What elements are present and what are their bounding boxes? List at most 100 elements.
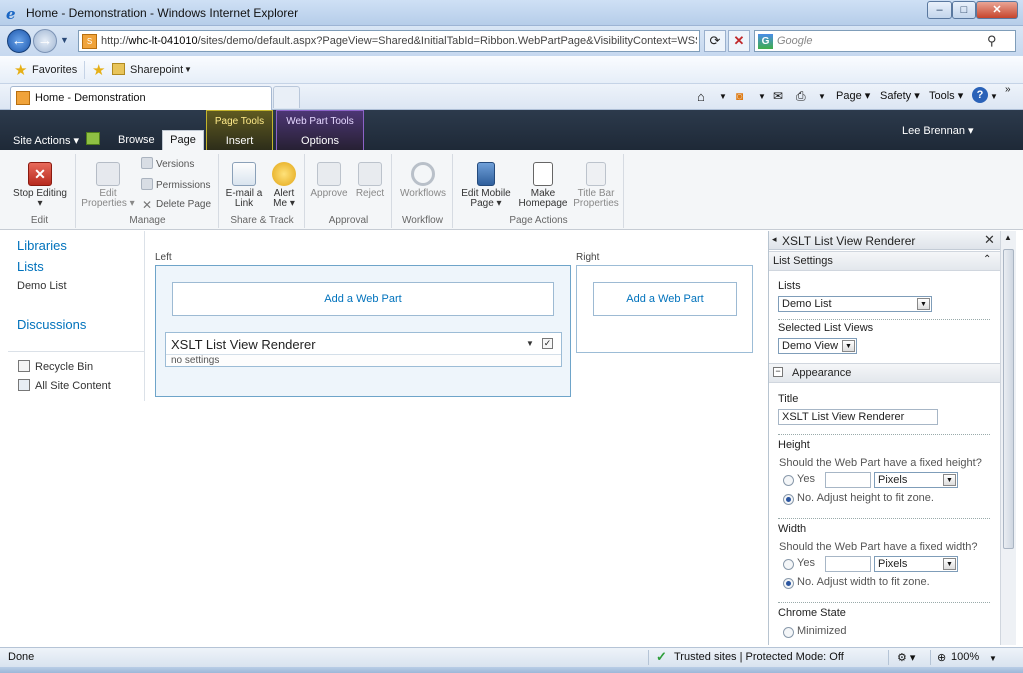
height-no-radio[interactable] xyxy=(783,494,794,505)
chevron-down-icon[interactable]: ▼ xyxy=(719,92,727,101)
approve-button[interactable]: Approve xyxy=(308,162,350,199)
tab-options[interactable]: Options xyxy=(277,135,363,147)
recent-pages-dropdown-icon[interactable]: ▼ xyxy=(60,35,69,45)
title-bar-properties-button[interactable]: Title Bar Properties xyxy=(570,162,622,209)
nav-discussions[interactable]: Discussions xyxy=(17,317,86,332)
height-value-input[interactable] xyxy=(825,472,871,488)
email-link-button[interactable]: E-mail a Link xyxy=(222,162,266,209)
safety-menu[interactable]: Safety ▾ xyxy=(880,89,920,102)
address-url[interactable]: http://whc-lt-041010/sites/demo/default.… xyxy=(101,35,697,47)
height-yes-label: Yes xyxy=(797,473,815,485)
stop-editing-button[interactable]: ✕ Stop Editing ▾ xyxy=(6,162,74,209)
workflows-button[interactable]: Workflows xyxy=(395,162,451,199)
security-zone[interactable]: Trusted sites | Protected Mode: Off xyxy=(674,651,844,663)
scrollbar-thumb[interactable] xyxy=(1003,249,1014,549)
chevron-down-icon[interactable]: ▼ xyxy=(990,92,998,101)
lists-select[interactable]: Demo List ▼ xyxy=(778,296,932,312)
nav-all-site-content[interactable]: All Site Content xyxy=(35,380,111,392)
close-window-button[interactable]: ✕ xyxy=(976,1,1018,19)
protected-mode-icon[interactable]: ⚙ ▾ xyxy=(897,651,915,664)
tools-menu[interactable]: Tools ▾ xyxy=(929,89,963,102)
web-part-select-checkbox[interactable]: ✓ xyxy=(542,338,553,349)
appearance-heading: Appearance xyxy=(792,367,852,379)
chevron-down-icon[interactable]: ▼ xyxy=(758,92,766,101)
nav-demo-list[interactable]: Demo List xyxy=(17,280,67,292)
permissions-button[interactable]: Permissions xyxy=(141,178,210,191)
height-unit-select[interactable]: Pixels ▼ xyxy=(874,472,958,488)
tool-pane-header: ◂ XSLT List View Renderer ✕ xyxy=(769,231,1000,250)
user-menu[interactable]: Lee Brennan ▾ xyxy=(902,124,974,137)
navigate-up-icon[interactable] xyxy=(86,132,100,145)
collapse-section-icon[interactable]: − xyxy=(773,367,783,377)
sharepoint-favorites-folder[interactable]: Sharepoint xyxy=(130,64,183,76)
versions-button[interactable]: Versions xyxy=(141,157,194,170)
title-input[interactable]: XSLT List View Renderer xyxy=(778,409,938,425)
width-unit-select[interactable]: Pixels ▼ xyxy=(874,556,958,572)
stop-icon[interactable]: ✕ xyxy=(728,30,750,52)
home-icon[interactable]: ⌂ xyxy=(697,89,705,104)
new-tab-button[interactable] xyxy=(273,86,300,108)
alert-me-button[interactable]: Alert Me ▾ xyxy=(266,162,302,209)
width-yes-radio[interactable] xyxy=(783,559,794,570)
minimized-radio[interactable] xyxy=(783,627,794,638)
read-mail-icon[interactable]: ✉ xyxy=(773,89,783,103)
maximize-button[interactable]: □ xyxy=(952,1,976,19)
collapse-section-icon[interactable]: ⌃ xyxy=(983,254,991,265)
search-icon[interactable]: ⚲ xyxy=(987,33,997,49)
refresh-icon[interactable]: ⟳ xyxy=(704,30,726,52)
list-settings-section[interactable]: List Settings ⌃ xyxy=(769,251,1000,271)
collapse-arrow-icon[interactable]: ◂ xyxy=(772,234,777,245)
chevron-down-icon[interactable]: ▼ xyxy=(184,65,192,74)
nav-recycle-bin[interactable]: Recycle Bin xyxy=(35,361,93,373)
feeds-icon[interactable]: ◙ xyxy=(736,89,743,103)
delete-page-button[interactable]: ✕ Delete Page xyxy=(141,199,211,212)
zoom-level[interactable]: 100% xyxy=(951,651,979,663)
back-button[interactable]: ← xyxy=(7,29,31,53)
sharepoint-favicon-icon: S xyxy=(82,34,97,49)
separator xyxy=(778,434,990,435)
more-commands-icon[interactable]: » xyxy=(1005,84,1011,95)
tab-page[interactable]: Page xyxy=(162,130,204,150)
ribbon-group-label: Workflow xyxy=(402,215,443,226)
print-icon[interactable]: ⎙ xyxy=(796,89,806,104)
appearance-section[interactable]: − Appearance xyxy=(769,363,1000,383)
make-homepage-button[interactable]: Make Homepage xyxy=(516,162,570,209)
browser-tab[interactable]: Home - Demonstration xyxy=(10,86,272,110)
add-web-part-right-button[interactable]: Add a Web Part xyxy=(593,282,737,316)
height-yes-radio[interactable] xyxy=(783,475,794,486)
nav-lists[interactable]: Lists xyxy=(17,259,44,274)
chevron-down-icon[interactable]: ▼ xyxy=(989,654,997,663)
nav-libraries[interactable]: Libraries xyxy=(17,238,67,253)
mobile-icon xyxy=(477,162,495,186)
favorites-button[interactable]: Favorites xyxy=(32,64,77,76)
edit-mobile-page-button[interactable]: Edit Mobile Page ▾ xyxy=(456,162,516,209)
add-favorite-icon[interactable]: ★ xyxy=(92,61,105,79)
minimize-button[interactable]: – xyxy=(927,1,952,19)
close-icon[interactable]: ✕ xyxy=(984,232,995,248)
add-web-part-left-button[interactable]: Add a Web Part xyxy=(172,282,554,316)
tab-insert[interactable]: Insert xyxy=(207,135,272,147)
page-menu[interactable]: Page ▾ xyxy=(836,89,870,102)
search-box[interactable]: G Google ⚲ xyxy=(754,30,1016,52)
chevron-down-icon[interactable]: ▼ xyxy=(818,92,826,101)
reject-icon xyxy=(358,162,382,186)
chevron-down-icon: ▼ xyxy=(943,558,956,570)
page-scrollbar[interactable]: ▲ xyxy=(1000,231,1016,645)
site-actions-menu[interactable]: Site Actions ▾ xyxy=(13,134,79,147)
address-bar[interactable]: S http://whc-lt-041010/sites/demo/defaul… xyxy=(78,30,700,52)
width-no-radio[interactable] xyxy=(783,578,794,589)
reject-button[interactable]: Reject xyxy=(350,162,390,199)
site-content-icon xyxy=(18,379,30,391)
scroll-up-icon[interactable]: ▲ xyxy=(1004,233,1012,242)
delete-icon: ✕ xyxy=(141,198,153,212)
web-part-menu-icon[interactable]: ▼ xyxy=(526,339,534,348)
help-icon[interactable]: ? xyxy=(972,87,988,103)
views-select[interactable]: Demo View ▼ xyxy=(778,338,857,354)
favbar-divider xyxy=(84,61,85,79)
zoom-icon[interactable]: ⊕ xyxy=(937,651,946,664)
search-input[interactable]: Google xyxy=(777,35,812,47)
forward-button[interactable]: → xyxy=(33,29,57,53)
edit-properties-button[interactable]: Edit Properties ▾ xyxy=(79,162,137,209)
tab-browse[interactable]: Browse xyxy=(118,134,155,146)
width-value-input[interactable] xyxy=(825,556,871,572)
